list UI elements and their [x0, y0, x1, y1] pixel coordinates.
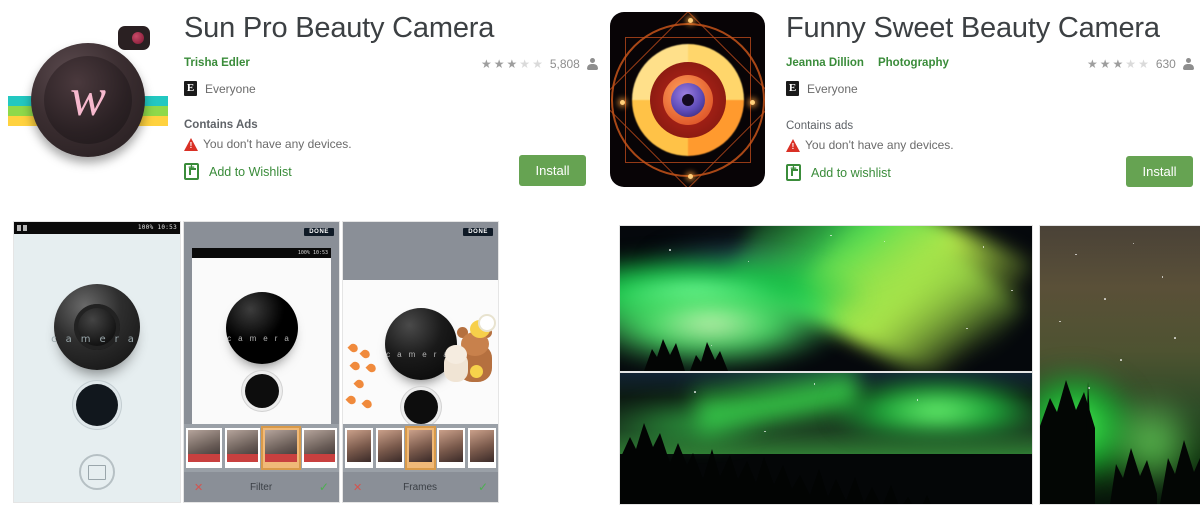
done-button: DONE	[463, 228, 493, 236]
warning-icon	[184, 137, 198, 151]
device-warning-row: You don't have any devices.	[184, 137, 352, 151]
person-icon	[586, 58, 598, 70]
editor-bottom-bar: ✕ Filter ✓	[184, 472, 339, 502]
bear-sticker	[444, 316, 496, 382]
install-button[interactable]: Install	[519, 155, 586, 186]
add-to-wishlist-button[interactable]: Add to wishlist	[786, 163, 891, 181]
confirm-icon: ✓	[477, 480, 488, 494]
shutter-button	[403, 390, 438, 424]
app-listing-sun-pro[interactable]: w Sun Pro Beauty Camera Trisha Edler ★ ★…	[0, 0, 600, 200]
app-screenshot-4[interactable]	[620, 226, 1032, 371]
star-icon: ★	[1099, 57, 1111, 71]
app-screenshot-5[interactable]	[620, 373, 1032, 504]
contains-ads-label: Contains ads	[786, 120, 854, 132]
filter-thumbnail-selected	[263, 428, 299, 468]
star-rating: ★ ★ ★ ★ ★	[481, 58, 543, 70]
filter-thumbnail	[301, 428, 337, 468]
play-store-app-listings-page: w Sun Pro Beauty Camera Trisha Edler ★ ★…	[0, 0, 1200, 506]
developer-name[interactable]: Jeanna Dillion	[786, 57, 864, 69]
esrb-badge-icon: E	[786, 81, 799, 96]
filter-thumbnail-strip	[184, 424, 339, 472]
frame-thumbnail	[345, 428, 373, 468]
device-warning-text: You don't have any devices.	[203, 137, 352, 151]
shutter-button	[76, 384, 118, 426]
funny-sweet-beauty-camera-icon[interactable]	[610, 12, 765, 187]
bookmark-add-icon	[786, 163, 801, 181]
app-screenshot-6[interactable]	[1040, 226, 1200, 504]
developer-row: Jeanna Dillion Photography	[786, 57, 949, 69]
phone-preview: 100% 10:53 camera	[192, 248, 331, 448]
device-warning-row: You don't have any devices.	[786, 138, 954, 152]
app-screenshot-2[interactable]: DONE 100% 10:53 camera ✕ Filter ✓	[184, 222, 339, 502]
phone-status-bar: 100% 10:53	[192, 248, 331, 258]
sun-pro-beauty-camera-icon[interactable]: w	[8, 10, 168, 190]
bookmark-add-icon	[184, 162, 199, 180]
esrb-badge-icon: E	[184, 81, 197, 96]
app-screenshot-3[interactable]: DONE camera ✕ Frames ✓	[343, 222, 498, 502]
rating-row: ★ ★ ★ ★ ★ 630	[1087, 57, 1194, 71]
content-rating-row: E Everyone	[184, 81, 256, 96]
tool-label: Frames	[403, 481, 438, 493]
warning-icon	[786, 138, 800, 152]
developer-row: Trisha Edler	[184, 57, 250, 69]
status-bar-time: 10:53	[157, 224, 177, 231]
star-rating: ★ ★ ★ ★ ★	[1087, 58, 1149, 70]
star-icon: ★	[532, 57, 543, 71]
star-icon: ★	[1125, 57, 1137, 71]
frame-thumbnail	[437, 428, 466, 468]
content-rating-row: E Everyone	[786, 81, 858, 96]
add-to-wishlist-button[interactable]: Add to Wishlist	[184, 162, 292, 180]
status-bar-battery: 100%	[297, 249, 310, 256]
phone-preview: camera	[343, 280, 498, 440]
wishlist-label: Add to wishlist	[811, 165, 891, 180]
star-icon: ★	[481, 57, 492, 71]
esrb-label: Everyone	[205, 81, 256, 96]
frame-thumbnail-strip	[343, 424, 498, 472]
star-icon: ★	[519, 57, 531, 71]
confirm-icon: ✓	[318, 480, 329, 494]
editor-bottom-bar: ✕ Frames ✓	[343, 472, 498, 502]
camera-lens-graphic	[54, 284, 140, 370]
status-bar-time: 10:53	[312, 249, 328, 256]
install-button[interactable]: Install	[1126, 156, 1193, 187]
camera-wordmark: camera	[227, 334, 296, 343]
star-icon: ★	[506, 57, 518, 71]
rating-count: 630	[1155, 57, 1176, 71]
status-bar-battery: 100%	[137, 224, 154, 231]
star-icon: ★	[1087, 57, 1098, 71]
app-title[interactable]: Funny Sweet Beauty Camera	[786, 12, 1160, 45]
app-title[interactable]: Sun Pro Beauty Camera	[184, 12, 494, 45]
tool-label: Filter	[249, 481, 273, 493]
filter-thumbnail	[224, 428, 260, 468]
phone-status-bar: 100% 10:53	[14, 222, 180, 234]
star-icon: ★	[1138, 57, 1149, 71]
device-warning-text: You don't have any devices.	[805, 138, 954, 152]
esrb-label: Everyone	[807, 81, 858, 96]
camera-wordmark: camera	[51, 334, 143, 345]
star-icon: ★	[493, 57, 505, 71]
rating-count: 5,808	[549, 57, 580, 71]
app-category[interactable]: Photography	[878, 57, 949, 69]
star-icon: ★	[1112, 57, 1124, 71]
filter-thumbnail	[186, 428, 222, 468]
developer-name[interactable]: Trisha Edler	[184, 57, 250, 69]
frame-thumbnail-selected	[406, 428, 435, 468]
contains-ads-label: Contains Ads	[184, 119, 258, 131]
camera-flash-icon	[118, 26, 150, 50]
shutter-button	[244, 374, 279, 408]
app-listing-funny-sweet[interactable]: Funny Sweet Beauty Camera Jeanna Dillion…	[600, 0, 1200, 200]
done-button: DONE	[304, 228, 334, 236]
person-icon	[1182, 58, 1194, 70]
cancel-icon: ✕	[353, 481, 363, 494]
camera-lens-graphic	[225, 292, 298, 364]
wishlist-label: Add to Wishlist	[209, 164, 292, 179]
cancel-icon: ✕	[194, 481, 204, 494]
rating-row: ★ ★ ★ ★ ★ 5,808	[481, 57, 598, 71]
frame-thumbnail	[375, 428, 404, 468]
frame-thumbnail	[468, 428, 496, 468]
gallery-icon	[79, 454, 115, 490]
app-screenshot-1[interactable]: 100% 10:53 camera	[14, 222, 180, 502]
